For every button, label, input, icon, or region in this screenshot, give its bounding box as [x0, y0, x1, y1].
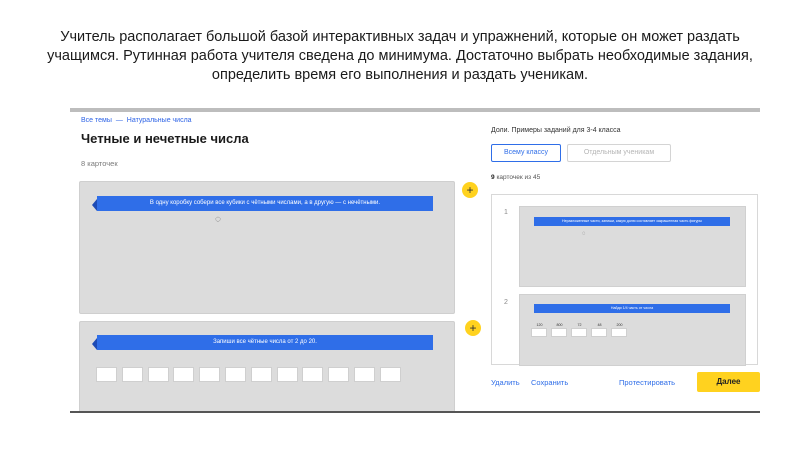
- answer-input[interactable]: [121, 367, 143, 382]
- loading-spinner-icon: ◌: [215, 214, 221, 225]
- answer-option-input[interactable]: [571, 328, 587, 337]
- preview-card[interactable]: Неразложенные части, запиши, какую долю …: [519, 206, 746, 287]
- delete-link[interactable]: Удалить: [491, 378, 520, 387]
- preview-card-number: 1: [504, 209, 508, 216]
- answer-input[interactable]: [379, 367, 401, 382]
- answer-input[interactable]: [328, 367, 350, 382]
- answer-input[interactable]: [302, 367, 324, 382]
- answer-input[interactable]: [147, 367, 169, 382]
- breadcrumb: Все темы — Натуральные числа: [81, 117, 192, 124]
- task-card[interactable]: В одну коробку собери все кубики с чётны…: [79, 181, 455, 314]
- answer-option[interactable]: 120: [531, 322, 548, 337]
- answer-option[interactable]: 72: [571, 322, 588, 337]
- app-screenshot: Все темы — Натуральные числа Четные и не…: [70, 108, 760, 413]
- preview-task-ribbon: Найди 1/4 часть от числа: [534, 304, 730, 313]
- lesson-title: Четные и нечетные числа: [81, 131, 249, 146]
- answer-input[interactable]: [250, 367, 272, 382]
- answer-option[interactable]: 800: [551, 322, 568, 337]
- slide-caption: Учитель располагает большой базой интера…: [40, 28, 760, 85]
- breadcrumb-current[interactable]: Натуральные числа: [127, 117, 192, 124]
- answer-option[interactable]: 200: [611, 322, 628, 337]
- selected-count-suffix: карточек из 45: [496, 174, 541, 181]
- answer-option-input[interactable]: [611, 328, 627, 337]
- answer-input[interactable]: [353, 367, 375, 382]
- answer-option[interactable]: 48: [591, 322, 608, 337]
- selected-count-number: 9: [491, 174, 495, 181]
- caption-line-2: учащимся. Рутинная работа учителя сведен…: [47, 48, 753, 64]
- answer-input[interactable]: [173, 367, 195, 382]
- answer-option-input[interactable]: [531, 328, 547, 337]
- preview-card[interactable]: Найди 1/4 часть от числа 120 800 72 48 2…: [519, 294, 746, 366]
- answer-option-input[interactable]: [551, 328, 567, 337]
- save-link[interactable]: Сохранить: [531, 378, 568, 387]
- assignment-section-title: Доли. Примеры заданий для 3-4 класса: [491, 127, 621, 134]
- individual-students-button[interactable]: Отдельным ученикам: [567, 144, 671, 162]
- test-link[interactable]: Протестировать: [619, 378, 675, 387]
- answer-boxes: [96, 367, 406, 382]
- answer-input[interactable]: [199, 367, 221, 382]
- next-button[interactable]: Далее: [697, 372, 760, 392]
- answer-input[interactable]: [96, 367, 117, 382]
- task-ribbon: Запиши все чётные числа от 2 до 20.: [92, 335, 433, 350]
- answer-input[interactable]: [276, 367, 298, 382]
- preview-card-number: 2: [504, 299, 508, 306]
- task-card[interactable]: Запиши все чётные числа от 2 до 20.: [79, 321, 455, 411]
- add-card-button[interactable]: +: [462, 182, 478, 198]
- browser-top-bar: [70, 108, 760, 112]
- caption-line-1: Учитель располагает большой базой интера…: [60, 29, 740, 45]
- add-card-button[interactable]: +: [465, 320, 481, 336]
- selected-cards-count: 9 карточек из 45: [491, 174, 540, 181]
- whole-class-button[interactable]: Всему классу: [491, 144, 561, 162]
- answer-options: 120 800 72 48 200: [531, 322, 631, 337]
- loading-spinner-icon: ◌: [582, 231, 586, 237]
- breadcrumb-separator: —: [115, 117, 123, 124]
- selected-cards-panel[interactable]: 1 Неразложенные части, запиши, какую дол…: [491, 194, 758, 366]
- card-count: 8 карточек: [81, 159, 118, 168]
- task-ribbon: В одну коробку собери все кубики с чётны…: [92, 196, 433, 211]
- preview-task-ribbon: Неразложенные части, запиши, какую долю …: [534, 217, 730, 226]
- answer-option-input[interactable]: [591, 328, 607, 337]
- caption-line-3: определить время его выполнения и раздат…: [211, 67, 589, 83]
- breadcrumb-all-topics[interactable]: Все темы: [81, 117, 112, 124]
- answer-input[interactable]: [224, 367, 246, 382]
